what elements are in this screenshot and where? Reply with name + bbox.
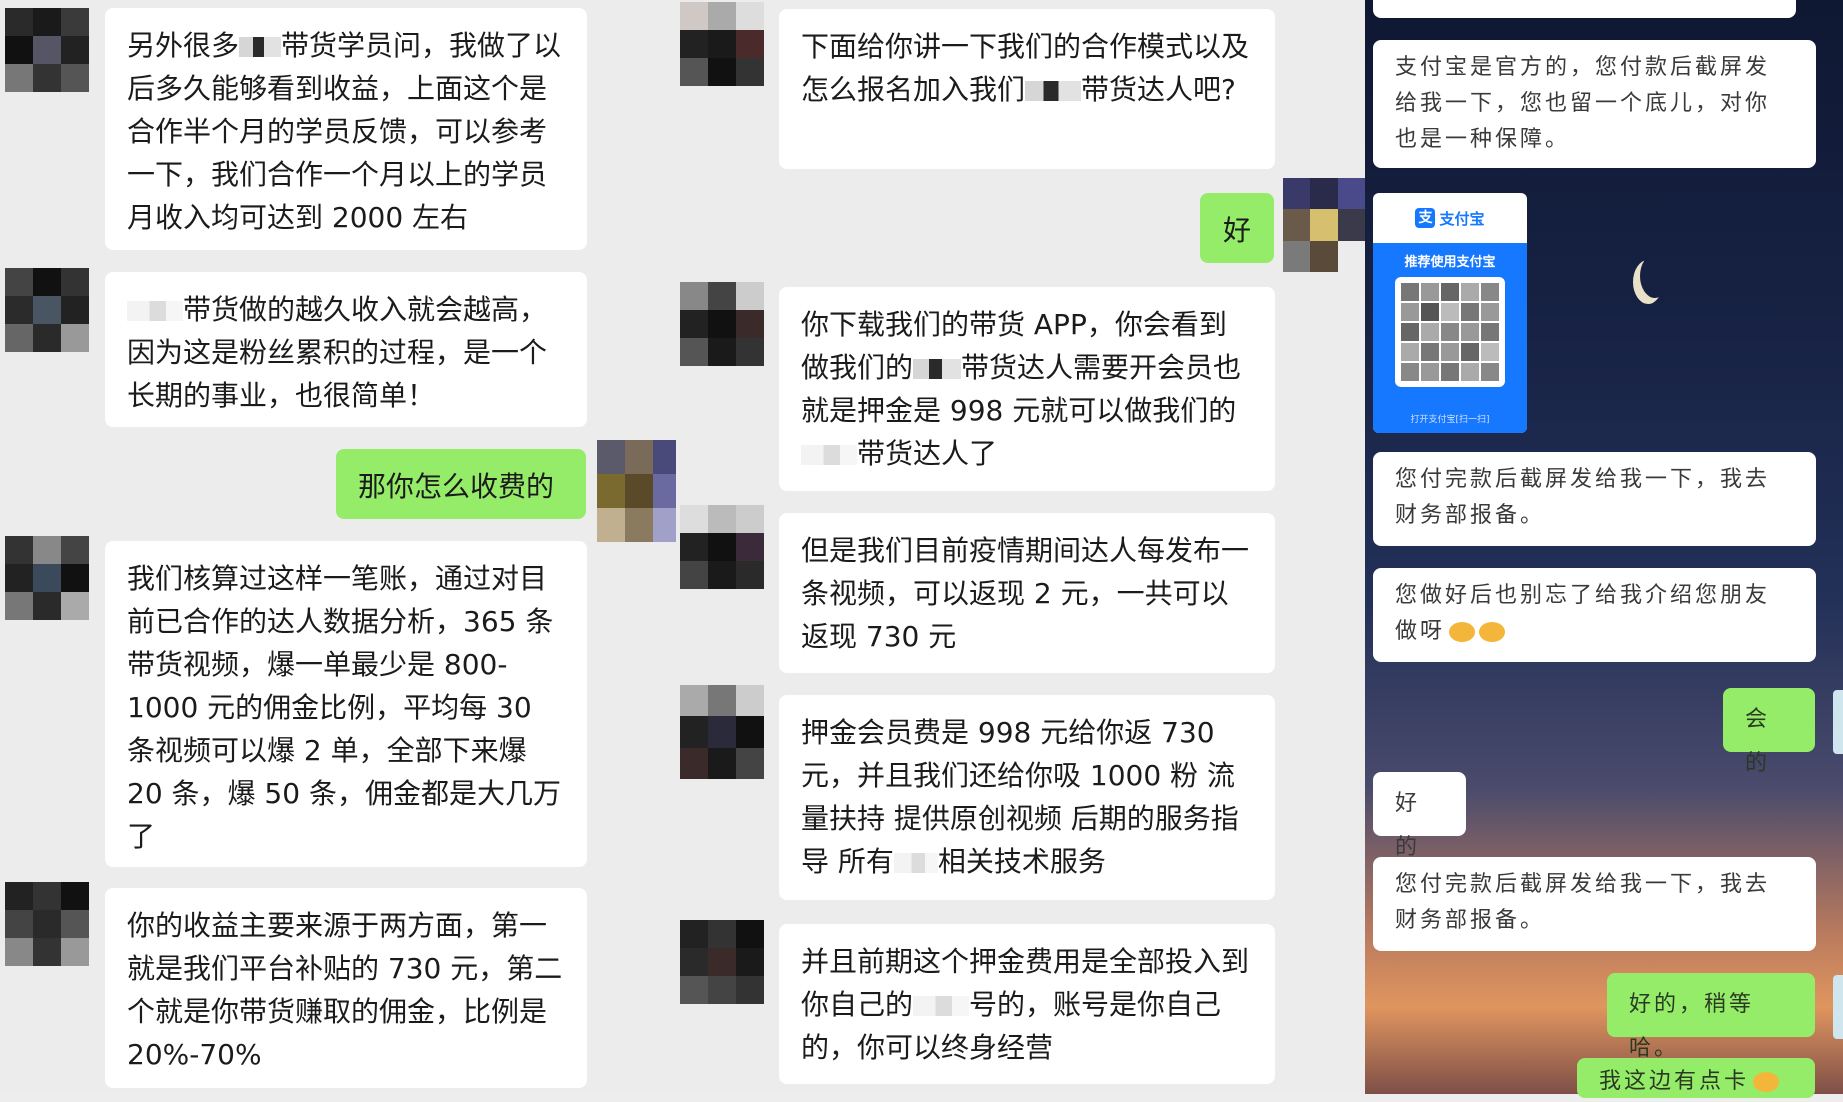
handshake-emoji-icon — [1449, 622, 1476, 642]
alipay-qr-title: 推荐使用支付宝 — [1404, 255, 1496, 270]
message-bubble-self[interactable]: 会的 — [1723, 688, 1815, 776]
avatar[interactable] — [680, 685, 764, 779]
avatar[interactable] — [5, 8, 89, 92]
alipay-qr-footer: 打开支付宝[扫一扫] — [1410, 415, 1490, 425]
alipay-header: 支 支付宝 — [1373, 193, 1527, 243]
message-text: 带货做的越久收入就会越高，因为这是粉丝累积的过程，是一个长期的事业，也很简单！ — [127, 293, 548, 412]
message-text: 带货达人了 — [857, 437, 998, 470]
message-text: 我这边有点卡 — [1599, 1069, 1750, 1094]
message-bubble[interactable]: 您做好后也别忘了给我介绍您朋友做呀 — [1373, 568, 1816, 662]
qr-code-icon — [1395, 277, 1505, 387]
message-text: 会的 — [1745, 707, 1771, 776]
redacted-mosaic — [801, 445, 857, 465]
crying-emoji-icon — [1753, 1072, 1780, 1092]
avatar[interactable] — [5, 268, 89, 352]
avatar[interactable] — [680, 282, 764, 366]
message-bubble-partial[interactable] — [1373, 0, 1796, 18]
message-bubble-self[interactable]: 好的，稍等哈。 — [1607, 973, 1815, 1061]
chat-panel-left: 另外很多 带货学员问，我做了以后多久能够看到收益，上面这个是合作半个月的学员反馈，… — [0, 0, 676, 1094]
message-text: 支付宝是官方的，您付款后截屏发给我一下，您也留一个底儿，对你也是一种保障。 — [1395, 55, 1771, 152]
alipay-brand: 支付宝 — [1439, 209, 1485, 228]
redacted-mosaic — [127, 301, 183, 321]
message-text: 另外很多 — [127, 29, 240, 62]
message-text: 你的收益主要来源于两方面，第一就是我们平台补贴的 730 元，第二个就是你带货赚… — [127, 909, 563, 1071]
avatar-self[interactable] — [1833, 975, 1843, 1039]
message-bubble[interactable]: 但是我们目前疫情期间达人每发布一条视频，可以返现 2 元，一共可以返现 730 … — [779, 513, 1275, 673]
message-bubble[interactable]: 另外很多 带货学员问，我做了以后多久能够看到收益，上面这个是合作半个月的学员反馈，… — [105, 8, 587, 250]
chat-panel-middle: 下面给你讲一下我们的合作模式以及怎么报名加入我们 带货达人吧? 好 你下载我们的带… — [676, 0, 1365, 1094]
avatar-self[interactable] — [1833, 690, 1843, 754]
message-bubble[interactable]: 并且前期这个押金费用是全部投入到你自己的 号的，账号是你自己的，你可以终身经营 — [779, 924, 1275, 1084]
message-text: 那你怎么收费的 — [358, 470, 555, 503]
redacted-mosaic — [913, 359, 962, 379]
message-bubble[interactable]: 你的收益主要来源于两方面，第一就是我们平台补贴的 730 元，第二个就是你带货赚… — [105, 888, 587, 1088]
message-text: 相关技术服务 — [937, 845, 1106, 878]
message-text: 我们核算过这样一笔账，通过对目前已合作的达人数据分析，365 条带货视频，爆一单… — [127, 562, 561, 853]
handshake-emoji-icon — [1479, 622, 1506, 642]
message-text: 但是我们目前疫情期间达人每发布一条视频，可以返现 2 元，一共可以返现 730 … — [801, 534, 1250, 653]
avatar-self[interactable] — [597, 440, 676, 542]
message-bubble[interactable]: 你下载我们的带货 APP，你会看到做我们的 带货达人需要开会员也就是押金是 998… — [779, 287, 1275, 491]
message-bubble-self[interactable]: 我这边有点卡 — [1577, 1058, 1815, 1098]
avatar-self[interactable] — [1283, 178, 1365, 272]
redacted-mosaic — [1025, 81, 1082, 101]
message-text: 好 — [1222, 214, 1251, 247]
message-bubble[interactable]: 带货做的越久收入就会越高，因为这是粉丝累积的过程，是一个长期的事业，也很简单！ — [105, 272, 587, 427]
alipay-logo-icon: 支 — [1415, 208, 1436, 228]
message-text: 带货达人吧? — [1081, 73, 1236, 106]
avatar[interactable] — [5, 536, 89, 620]
avatar[interactable] — [680, 505, 764, 589]
redacted-mosaic — [893, 853, 938, 873]
message-bubble[interactable]: 下面给你讲一下我们的合作模式以及怎么报名加入我们 带货达人吧? — [779, 9, 1275, 169]
crescent-moon-icon — [1640, 254, 1670, 298]
avatar[interactable] — [5, 882, 89, 966]
avatar[interactable] — [680, 920, 764, 1004]
message-text: 您付完款后截屏发给我一下，我去财务部报备。 — [1395, 872, 1771, 933]
alipay-qr-card[interactable]: 支 支付宝 推荐使用支付宝 打开支付宝[扫一扫] — [1373, 193, 1527, 433]
message-text: 好的 — [1395, 791, 1421, 860]
message-bubble-self[interactable]: 好 — [1200, 193, 1274, 263]
message-bubble[interactable]: 您付完款后截屏发给我一下，我去财务部报备。 — [1373, 857, 1816, 951]
message-bubble[interactable]: 押金会员费是 998 元给你返 730 元，并且我们还给你吸 1000 粉 流量… — [779, 695, 1275, 900]
message-bubble[interactable]: 您付完款后截屏发给我一下，我去财务部报备。 — [1373, 452, 1816, 546]
redacted-mosaic — [913, 996, 970, 1016]
message-text: 您付完款后截屏发给我一下，我去财务部报备。 — [1395, 467, 1771, 528]
alipay-qr-area: 推荐使用支付宝 打开支付宝[扫一扫] — [1373, 243, 1527, 433]
message-bubble-self[interactable]: 那你怎么收费的 — [336, 449, 586, 519]
avatar[interactable] — [680, 2, 764, 86]
message-bubble[interactable]: 支付宝是官方的，您付款后截屏发给我一下，您也留一个底儿，对你也是一种保障。 — [1373, 40, 1816, 168]
redacted-mosaic — [239, 37, 282, 57]
message-bubble[interactable]: 我们核算过这样一笔账，通过对目前已合作的达人数据分析，365 条带货视频，爆一单… — [105, 541, 587, 867]
message-bubble[interactable]: 好的 — [1373, 772, 1466, 860]
